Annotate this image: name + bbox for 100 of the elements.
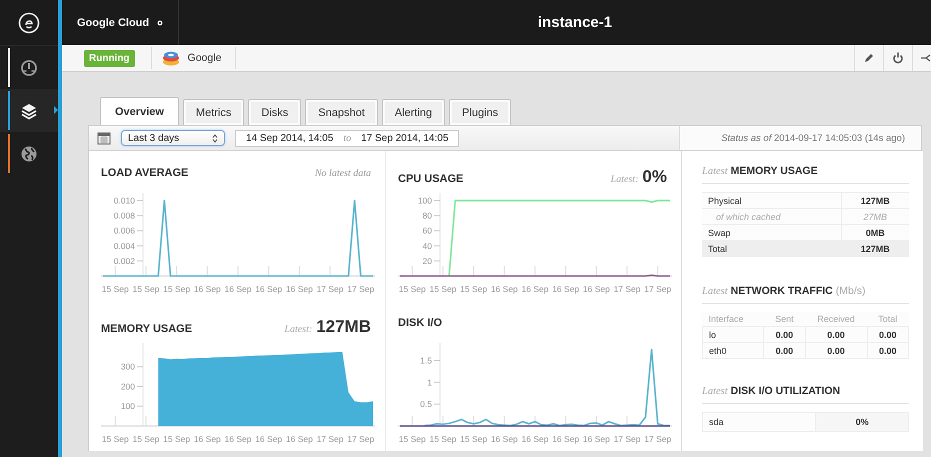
axis-tick-label: 16 Sep xyxy=(286,284,313,294)
axis-tick-label: 16 Sep xyxy=(522,284,548,294)
table-cell: 0% xyxy=(816,412,908,432)
axis-tick-label: 16 Sep xyxy=(286,434,313,444)
tab[interactable]: Snapshot xyxy=(305,99,378,125)
pencil-icon xyxy=(864,53,874,63)
table-cell: lo xyxy=(702,326,764,342)
range-select[interactable]: Last 3 days xyxy=(121,130,225,146)
table-cell: 0.00 xyxy=(805,326,867,342)
axis-tick-label: 17 Sep xyxy=(644,284,672,294)
stack-icon xyxy=(162,50,180,66)
table-cell: 0.00 xyxy=(764,326,806,342)
table-cell: 0.00 xyxy=(867,326,908,342)
column-header: Total xyxy=(867,312,908,326)
axis-tick-label: 16 Sep xyxy=(194,284,221,294)
axis-tick-label: 16 Sep xyxy=(582,284,610,294)
status-badge: Running xyxy=(84,50,135,66)
layers-icon xyxy=(20,102,38,120)
axis-tick-label: 60 xyxy=(422,226,432,236)
chart-title: LOAD AVERAGE xyxy=(101,167,188,179)
chart-title: DISK I/O xyxy=(398,317,442,329)
globe-icon xyxy=(20,144,38,162)
provider-name: Google xyxy=(188,52,222,64)
axis-tick-label: 0.010 xyxy=(114,196,135,206)
axis-tick-label: 17 Sep xyxy=(316,434,344,444)
section-heading: Latest MEMORY USAGE xyxy=(702,165,909,184)
gauge-icon xyxy=(20,58,38,76)
table-cell: Physical xyxy=(702,192,842,208)
tab[interactable]: Alerting xyxy=(382,99,446,125)
fork-icon xyxy=(921,53,931,63)
axis-tick-label: 80 xyxy=(422,210,432,221)
account-name[interactable]: Google Cloud xyxy=(77,16,150,28)
axis-tick-label: 15 Sep xyxy=(398,434,426,444)
column-header: Received xyxy=(805,312,867,326)
axis-tick-label: 300 xyxy=(120,362,135,372)
sidebar-item[interactable] xyxy=(0,89,58,132)
calendar-icon xyxy=(97,131,111,145)
axis-tick-label: 16 Sep xyxy=(224,284,252,294)
axis-tick-label: 16 Sep xyxy=(490,284,518,294)
axis-tick-label: 16 Sep xyxy=(552,434,580,444)
chevrons-icon xyxy=(212,134,218,142)
table-cell: sda xyxy=(702,412,816,432)
tab[interactable]: Disks xyxy=(248,99,302,125)
axis-tick-label: 15 Sep xyxy=(102,284,129,294)
axis-tick-label: 17 Sep xyxy=(316,284,344,294)
axis-tick-label: 17 Sep xyxy=(614,434,641,444)
axis-tick-label: 16 Sep xyxy=(255,284,282,294)
tab[interactable]: Plugins xyxy=(449,99,512,125)
axis-tick-label: 1 xyxy=(427,377,432,388)
axis-tick-label: 1.5 xyxy=(420,355,432,366)
axis-tick-label: 15 Sep xyxy=(460,434,488,444)
table-cell: 0.00 xyxy=(805,342,867,358)
fork-button[interactable] xyxy=(912,45,931,71)
status-timestamp: Status as of 2014-09-17 14:05:03 (14s ago) xyxy=(721,132,905,144)
axis-tick-label: 15 Sep xyxy=(102,434,129,444)
axis-tick-label: 15 Sep xyxy=(460,284,488,294)
axis-tick-label: 17 Sep xyxy=(347,434,374,444)
axis-tick-label: 16 Sep xyxy=(194,434,221,444)
axis-tick-label: 16 Sep xyxy=(490,434,518,444)
axis-tick-label: 0.006 xyxy=(114,226,135,236)
axis-tick-label: 16 Sep xyxy=(552,284,580,294)
latest-reading: Latest: 0% xyxy=(610,167,667,187)
table-cell: 127MB xyxy=(841,192,909,208)
axis-tick-label: 200 xyxy=(120,381,135,392)
axis-tick-label: 20 xyxy=(422,256,432,266)
axis-tick-label: 17 Sep xyxy=(614,284,641,294)
latest-note: No latest data xyxy=(314,168,371,179)
axis-tick-label: 100 xyxy=(418,196,432,206)
table-cell: 0.00 xyxy=(764,342,806,358)
axis-tick-label: 15 Sep xyxy=(132,434,160,444)
tab[interactable]: Metrics xyxy=(182,99,244,125)
axis-tick-label: 40 xyxy=(422,240,432,251)
tab[interactable]: Overview xyxy=(100,97,179,125)
axis-tick-label: 15 Sep xyxy=(132,284,160,294)
power-icon xyxy=(892,52,904,64)
axis-tick-label: 16 Sep xyxy=(255,434,282,444)
window-title: instance-1 xyxy=(538,14,612,31)
date-range-field[interactable]: 14 Sep 2014, 14:05 to 17 Sep 2014, 14:05 xyxy=(235,130,460,146)
table-cell: of which cached xyxy=(702,208,842,224)
axis-tick-label: 15 Sep xyxy=(398,284,426,294)
logo-icon xyxy=(18,12,40,34)
chart-title: CPU USAGE xyxy=(398,173,464,185)
table-cell: eth0 xyxy=(702,342,764,358)
axis-tick-label: 16 Sep xyxy=(522,434,548,444)
axis-tick-label: 17 Sep xyxy=(644,434,672,444)
section-heading: Latest DISK I/O UTILIZATION xyxy=(702,385,909,404)
axis-tick-label: 16 Sep xyxy=(224,434,252,444)
axis-tick-label: 0.002 xyxy=(114,256,135,266)
section-heading: Latest NETWORK TRAFFIC (Mb/s) xyxy=(702,285,909,304)
axis-tick-label: 15 Sep xyxy=(163,434,190,444)
table-cell: 0.00 xyxy=(867,342,908,358)
axis-tick-label: 0.004 xyxy=(114,240,135,251)
table-cell: Total xyxy=(702,240,842,256)
axis-tick-label: 15 Sep xyxy=(429,434,456,444)
axis-tick-label: 100 xyxy=(120,401,135,412)
axis-tick-label: 17 Sep xyxy=(347,284,374,294)
chart-title: MEMORY USAGE xyxy=(101,323,192,335)
column-header: Interface xyxy=(702,312,764,326)
table-cell: 27MB xyxy=(841,208,909,224)
axis-tick-label: 16 Sep xyxy=(582,434,610,444)
